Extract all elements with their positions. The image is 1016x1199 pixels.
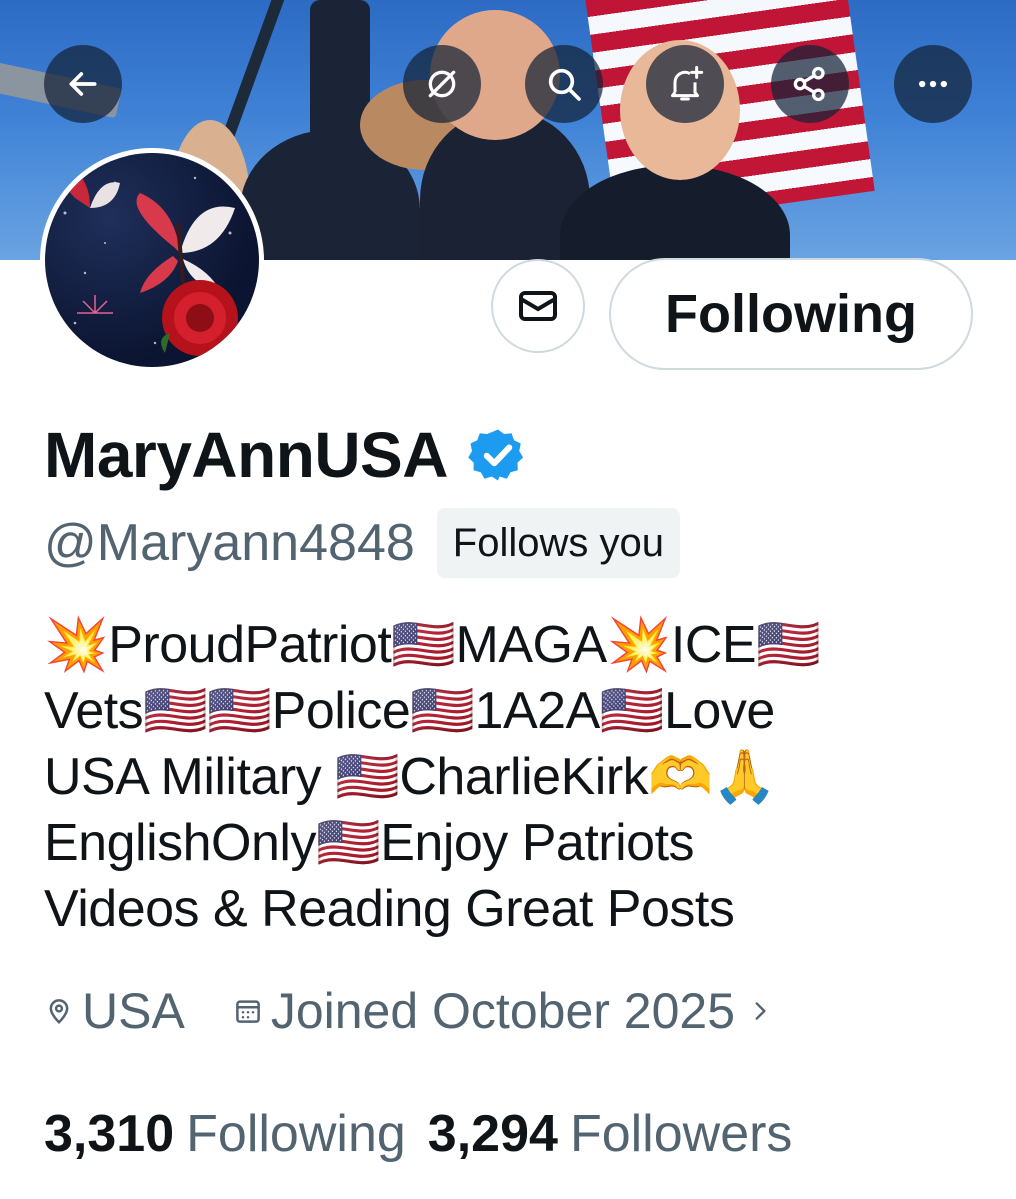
notifications-button[interactable] (646, 45, 724, 123)
share-button[interactable] (771, 45, 849, 123)
joined-text: Joined October 2025 (270, 983, 736, 1039)
mail-icon (519, 291, 557, 321)
location-item: USA (44, 982, 185, 1040)
calendar-icon (235, 1000, 260, 1023)
chevron-right-icon (755, 1002, 766, 1020)
following-label: Following (186, 1105, 406, 1163)
verified-badge-icon[interactable] (468, 425, 528, 485)
follows-you-badge: Follows you (436, 508, 680, 578)
display-name: MaryAnnUSA (44, 419, 448, 491)
followers-label: Followers (569, 1105, 793, 1163)
arrow-left-icon (69, 72, 97, 96)
profile-avatar[interactable] (40, 148, 264, 372)
profile-meta: USA Joined October 2025 (44, 982, 773, 1040)
share-icon (793, 66, 825, 102)
grok-icon (428, 70, 456, 98)
handle-row: @Maryann4848 Follows you (44, 508, 680, 578)
followers-count: 3,294 (427, 1105, 558, 1163)
back-button[interactable] (44, 45, 122, 123)
following-stat[interactable]: 3,310 Following (44, 1104, 406, 1164)
more-button[interactable] (894, 45, 972, 123)
user-handle: @Maryann4848 (44, 514, 415, 572)
avatar-image (45, 153, 259, 367)
search-button[interactable] (525, 45, 603, 123)
joined-item[interactable]: Joined October 2025 (233, 982, 773, 1040)
message-button[interactable] (491, 259, 585, 353)
location-text: USA (82, 983, 185, 1039)
more-icon (919, 80, 947, 88)
followers-stat[interactable]: 3,294 Followers (428, 1104, 793, 1164)
search-icon (548, 68, 581, 101)
following-count: 3,310 (44, 1105, 175, 1163)
bell-plus-icon (671, 65, 704, 101)
follow-stats: 3,310 Following 3,294 Followers (44, 1104, 792, 1164)
profile-bio: 💥ProudPatriot🇺🇸MAGA💥ICE🇺🇸 Vets🇺🇸🇺🇸Police… (44, 616, 821, 938)
grok-button[interactable] (403, 45, 481, 123)
location-pin-icon (49, 999, 69, 1024)
name-row: MaryAnnUSA (44, 418, 528, 492)
following-button[interactable]: Following (609, 258, 973, 370)
